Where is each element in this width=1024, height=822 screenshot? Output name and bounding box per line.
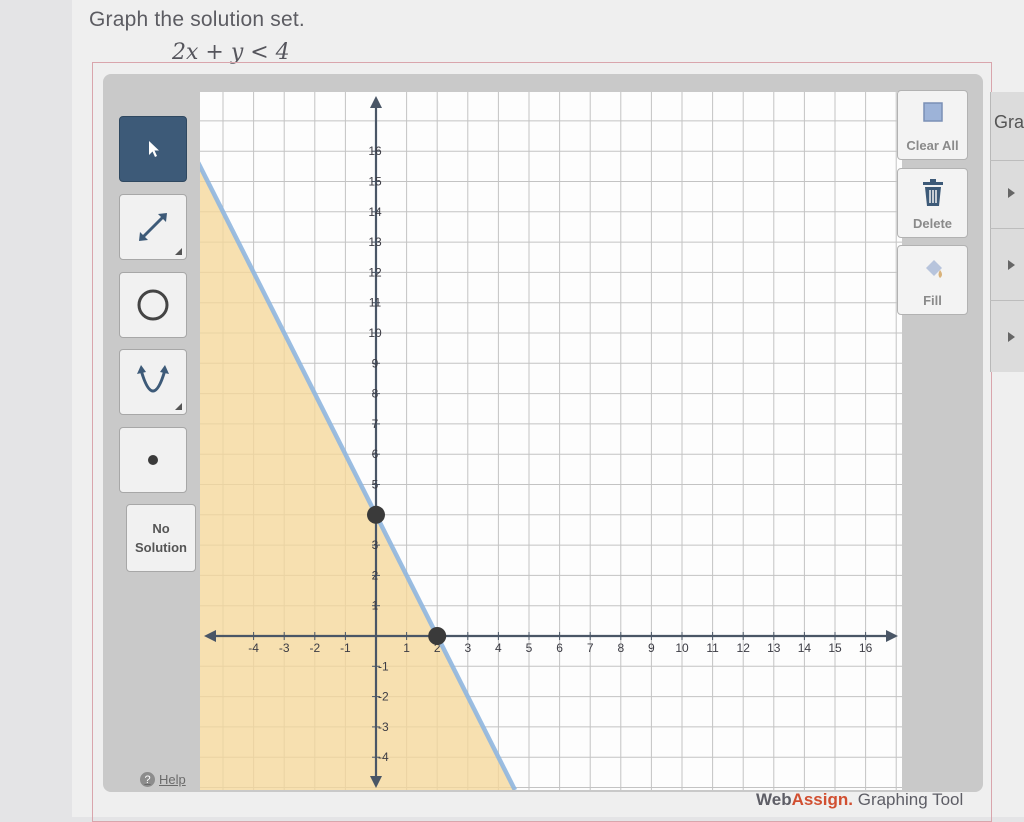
expand-arrow-icon[interactable] xyxy=(1008,332,1015,342)
line-tool-button[interactable] xyxy=(119,194,187,260)
y-axis-arrow-up xyxy=(370,96,382,108)
y-tick-label: 15 xyxy=(368,175,382,189)
clear-all-button[interactable]: Clear All xyxy=(897,90,968,160)
y-tick-label: 8 xyxy=(372,387,379,401)
x-tick-label: -4 xyxy=(248,641,259,655)
graph-layers-title: Gra xyxy=(994,112,1024,132)
y-tick-label: 11 xyxy=(369,296,382,310)
tool-options-corner xyxy=(175,403,182,410)
x-tick-label: 11 xyxy=(706,641,719,655)
x-tick-label: 14 xyxy=(798,641,812,655)
y-tick-label: 14 xyxy=(368,205,382,219)
line-segment-icon xyxy=(139,213,167,241)
fill-label: Fill xyxy=(923,293,942,308)
graph-layers-panel xyxy=(990,92,1024,372)
point-icon xyxy=(148,455,158,465)
help-link[interactable]: ? Help xyxy=(140,772,186,787)
x-tick-label: 16 xyxy=(859,641,873,655)
arrow-cursor-icon xyxy=(149,141,159,157)
delete-button[interactable]: Delete xyxy=(897,168,968,238)
y-tick-label: -2 xyxy=(378,690,389,704)
x-tick-label: 12 xyxy=(737,641,751,655)
parabola-tool-button[interactable] xyxy=(119,349,187,415)
y-tick-label: 12 xyxy=(368,265,382,279)
x-tick-label: 7 xyxy=(587,641,594,655)
question-prompt: Graph the solution set. xyxy=(89,8,305,31)
x-tick-label: 13 xyxy=(767,641,781,655)
x-tick-label: -3 xyxy=(279,641,290,655)
y-tick-label: 9 xyxy=(372,356,379,370)
clear-all-label: Clear All xyxy=(906,138,959,153)
y-tick-label: 10 xyxy=(368,326,382,340)
brand-web: Web xyxy=(756,790,792,809)
help-icon: ? xyxy=(140,772,155,787)
y-tick-label: -4 xyxy=(378,750,389,764)
x-tick-label: -1 xyxy=(340,641,351,655)
brand-product: Graphing Tool xyxy=(857,790,964,809)
boundary-point xyxy=(367,505,385,524)
clear-all-icon xyxy=(922,102,943,122)
panel-divider xyxy=(990,228,1024,229)
x-tick-label: 3 xyxy=(464,641,471,655)
y-tick-label: 13 xyxy=(368,235,382,249)
x-tick-label: 10 xyxy=(675,641,689,655)
y-tick-label: -1 xyxy=(378,659,389,673)
point-tool-button[interactable] xyxy=(119,427,187,493)
expand-arrow-icon[interactable] xyxy=(1008,260,1015,270)
x-tick-label: 6 xyxy=(556,641,563,655)
x-tick-label: 8 xyxy=(617,641,624,655)
x-tick-label: 15 xyxy=(828,641,842,655)
no-solution-button[interactable]: No Solution xyxy=(126,504,196,572)
y-tick-label: 1 xyxy=(372,599,379,613)
delete-label: Delete xyxy=(912,216,953,231)
boundary-point xyxy=(428,627,447,645)
y-tick-label: 16 xyxy=(368,144,382,158)
panel-divider xyxy=(990,160,1024,161)
brand-assign: Assign. xyxy=(791,790,853,809)
x-tick-label: 4 xyxy=(495,641,502,655)
expand-arrow-icon[interactable] xyxy=(1008,188,1015,198)
x-tick-label: -2 xyxy=(309,641,320,655)
y-tick-label: -3 xyxy=(378,720,389,734)
tool-options-corner xyxy=(175,248,182,255)
x-tick-label: 1 xyxy=(403,641,410,655)
y-tick-label: 3 xyxy=(372,538,379,552)
y-tick-label: 2 xyxy=(372,568,379,582)
graph-canvas[interactable]: -4 -3 -2 -1 1 2 3 4 5 6 7 8 9 10 11 12 13 14 15 16-4-3-2-11… xyxy=(200,92,902,790)
circle-icon xyxy=(137,289,169,321)
paint-bucket-icon xyxy=(925,260,942,278)
parabola-icon xyxy=(137,365,169,393)
panel-divider xyxy=(990,300,1024,301)
x-tick-label: 5 xyxy=(526,641,533,655)
y-tick-label: 7 xyxy=(372,417,379,431)
help-label: Help xyxy=(159,772,186,787)
no-solution-label-line1: No xyxy=(152,521,170,536)
circle-tool-button[interactable] xyxy=(119,272,187,338)
webassign-footer: WebAssign. Graphing Tool xyxy=(756,790,963,810)
fill-button[interactable]: Fill xyxy=(897,245,968,315)
x-tick-label: 9 xyxy=(648,641,655,655)
trash-icon xyxy=(922,179,943,206)
y-tick-label: 5 xyxy=(372,478,379,492)
pointer-tool-button[interactable] xyxy=(119,116,187,182)
y-tick-label: 6 xyxy=(372,447,379,461)
no-solution-label-line2: Solution xyxy=(135,540,187,555)
